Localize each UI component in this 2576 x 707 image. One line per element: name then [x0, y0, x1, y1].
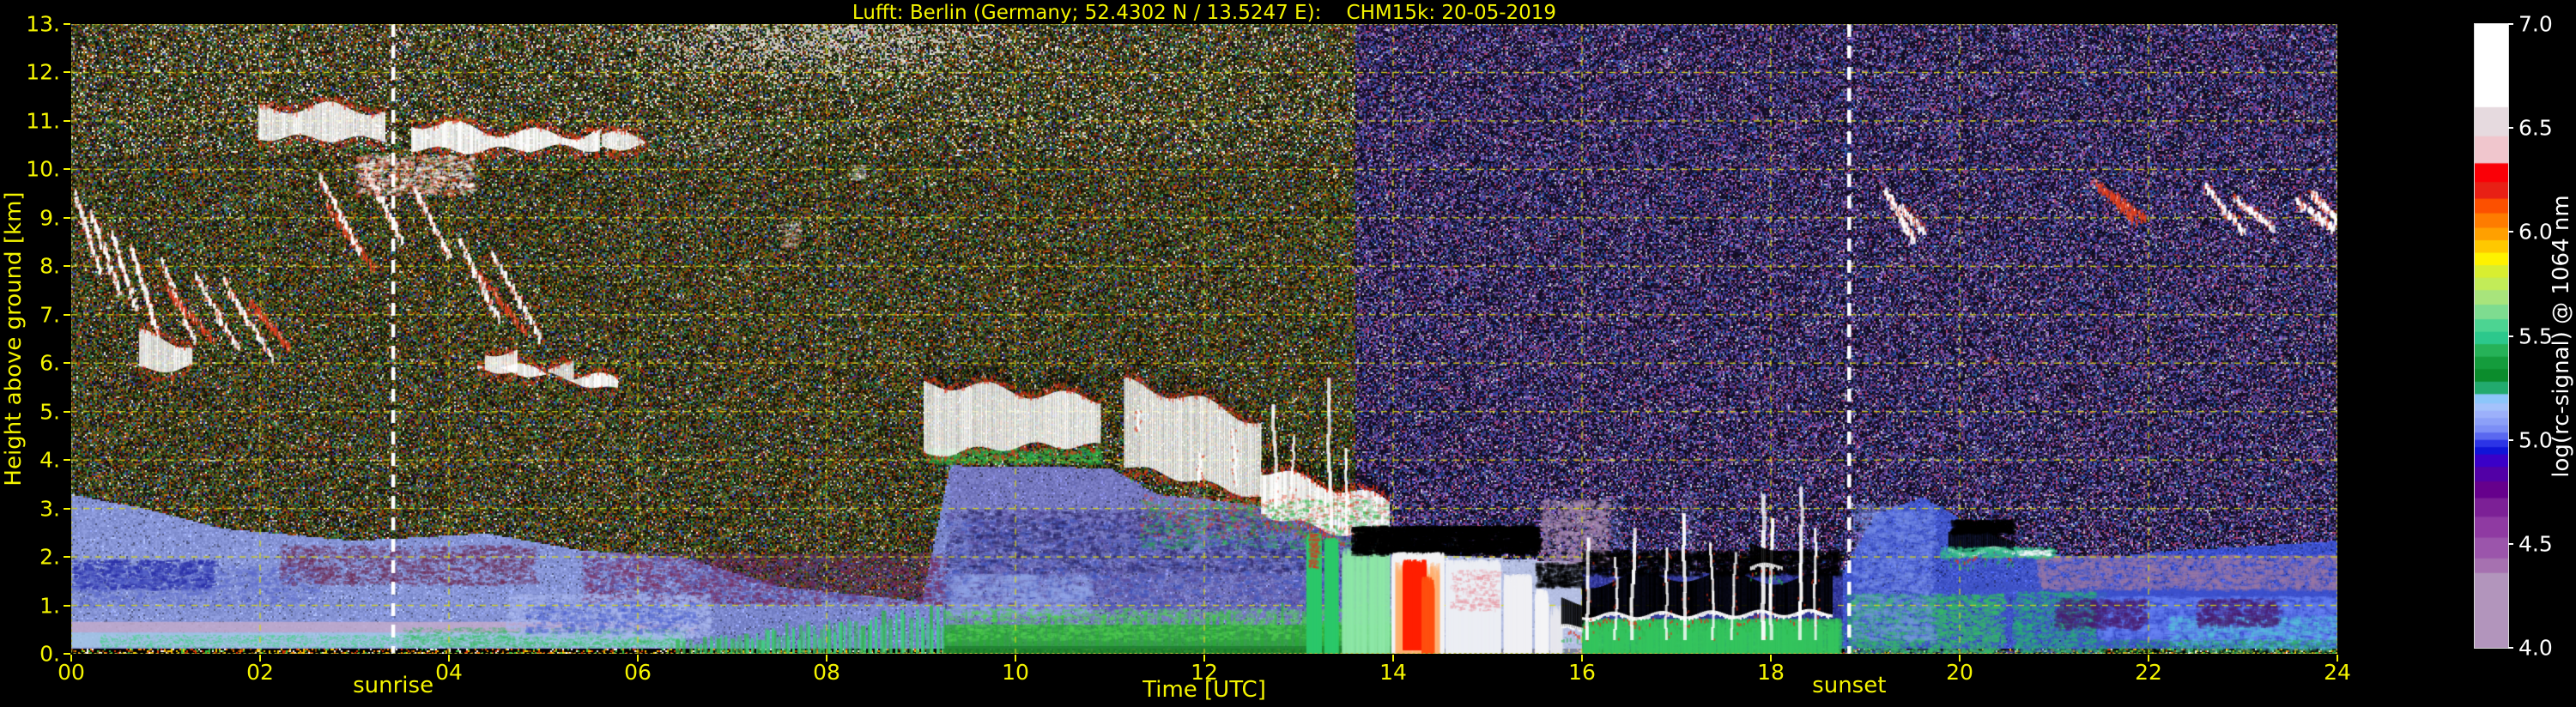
colorbar-tick-label: 5.5: [2518, 325, 2553, 347]
colorbar-tick-mark: [2508, 335, 2513, 337]
y-tick-label: 12.: [26, 62, 60, 83]
x-tick-mark: [259, 655, 261, 662]
chart-title: Lufft: Berlin (Germany; 52.4302 N / 13.5…: [852, 3, 1556, 23]
x-tick-mark: [2337, 655, 2338, 662]
y-tick-label: 2.: [39, 547, 60, 568]
x-tick-mark: [1581, 655, 1583, 662]
ceilometer-quicklook: Lufft: Berlin (Germany; 52.4302 N / 13.5…: [0, 0, 2576, 707]
colorbar-tick-mark: [2508, 127, 2513, 129]
x-tick-label: 10: [1002, 662, 1029, 683]
x-tick-label: 12: [1191, 662, 1218, 683]
x-tick-label: 22: [2135, 662, 2162, 683]
y-tick-mark: [64, 168, 70, 170]
colorbar-tick-label: 6.0: [2518, 221, 2553, 243]
x-tick-mark: [1015, 655, 1016, 662]
colorbar-tick-mark: [2508, 23, 2513, 25]
colorbar-tick-mark: [2508, 231, 2513, 233]
colorbar-label: log(rc-signal) @ 1064 nm: [2550, 195, 2573, 477]
x-tick-label: 08: [813, 662, 840, 683]
y-tick-label: 3.: [39, 498, 60, 519]
y-tick-mark: [64, 265, 70, 267]
colorbar-tick-mark: [2508, 543, 2513, 545]
y-tick-mark: [64, 508, 70, 510]
y-tick-label: 10.: [26, 159, 60, 180]
colorbar-tick-label: 4.5: [2518, 533, 2553, 554]
x-tick-label: 20: [1946, 662, 1973, 683]
colorbar-tick-label: 4.0: [2518, 638, 2553, 659]
y-tick-mark: [64, 653, 70, 655]
x-tick-label: 02: [246, 662, 274, 683]
x-tick-mark: [1392, 655, 1394, 662]
y-tick-mark: [64, 217, 70, 219]
y-tick-label: 6.: [39, 353, 60, 374]
colorbar-tick-label: 7.0: [2518, 14, 2553, 35]
y-tick-label: 9.: [39, 207, 60, 228]
y-tick-label: 4.: [39, 450, 60, 471]
x-tick-mark: [70, 655, 72, 662]
colorbar-canvas: [2475, 24, 2508, 648]
y-tick-label: 0.: [39, 644, 60, 665]
colorbar-tick-mark: [2508, 439, 2513, 441]
y-tick-label: 11.: [26, 110, 60, 131]
y-tick-mark: [64, 71, 70, 73]
y-tick-mark: [64, 314, 70, 316]
x-tick-mark: [2148, 655, 2149, 662]
x-tick-mark: [637, 655, 639, 662]
y-tick-mark: [64, 556, 70, 558]
y-tick-label: 5.: [39, 401, 60, 422]
x-tick-mark: [448, 655, 450, 662]
x-tick-label: 04: [435, 662, 463, 683]
x-tick-mark: [826, 655, 827, 662]
x-tick-label: 14: [1379, 662, 1407, 683]
sunset-label: sunset: [1812, 674, 1886, 697]
y-tick-label: 7.: [39, 304, 60, 325]
colorbar-tick-label: 5.0: [2518, 429, 2553, 450]
x-tick-mark: [1959, 655, 1961, 662]
colorbar-tick-label: 6.5: [2518, 118, 2553, 139]
x-tick-label: 16: [1568, 662, 1596, 683]
x-tick-label: 18: [1757, 662, 1785, 683]
x-tick-label: 24: [2324, 662, 2351, 683]
y-axis-label: Height above ground [km]: [3, 191, 25, 486]
x-tick-mark: [1203, 655, 1205, 662]
colorbar-tick-mark: [2508, 647, 2513, 649]
y-tick-mark: [64, 23, 70, 25]
x-tick-label: 06: [624, 662, 652, 683]
heatmap-canvas: [71, 24, 2337, 654]
y-tick-mark: [64, 459, 70, 461]
y-tick-label: 13.: [26, 14, 60, 35]
y-tick-label: 1.: [39, 595, 60, 616]
y-tick-mark: [64, 362, 70, 364]
y-tick-mark: [64, 120, 70, 122]
x-tick-mark: [1770, 655, 1772, 662]
y-tick-label: 8.: [39, 256, 60, 277]
y-tick-mark: [64, 605, 70, 607]
sunrise-label: sunrise: [353, 674, 433, 697]
x-tick-label: 00: [58, 662, 85, 683]
y-tick-mark: [64, 411, 70, 413]
